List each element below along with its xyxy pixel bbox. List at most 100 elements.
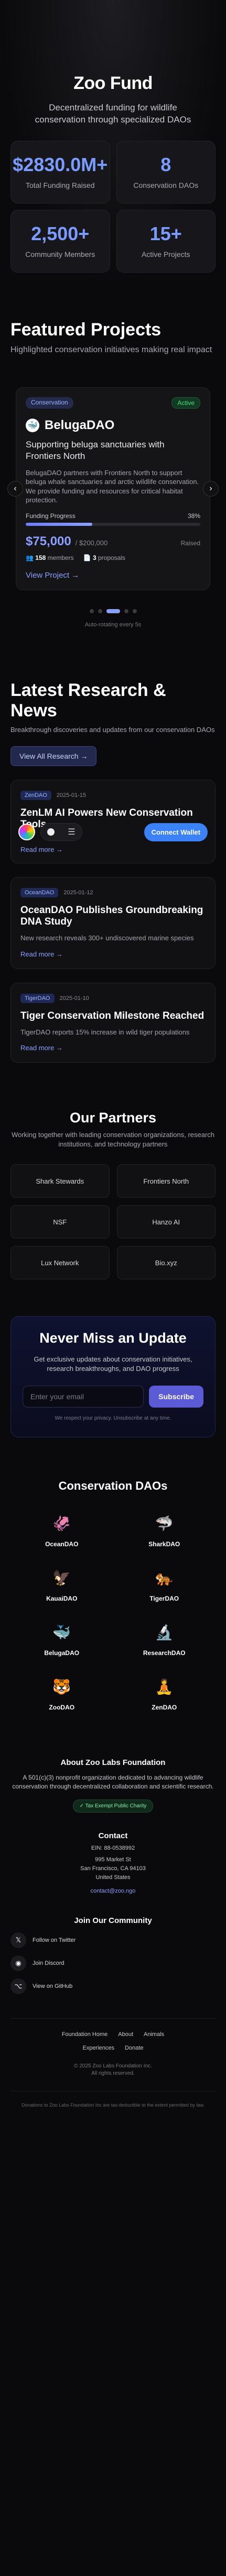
goal-amount: / $200,000: [75, 538, 108, 547]
discord-link[interactable]: ◉ Join Discord: [10, 1955, 216, 1971]
project-name: BelugaDAO: [45, 418, 115, 432]
stat-value: 15+: [149, 223, 182, 245]
subscribe-button[interactable]: Subscribe: [149, 1385, 203, 1408]
bird-icon: 🦅: [52, 1570, 71, 1587]
proposals-count: 📄 3 proposals: [83, 554, 126, 561]
menu-icon: ☰: [68, 828, 76, 837]
tiger-icon: 🐅: [155, 1570, 174, 1587]
carousel-dot-active[interactable]: [106, 609, 120, 613]
news-title: OceanDAO Publishes Groundbreaking DNA St…: [20, 904, 203, 928]
section-subtitle: Highlighted conservation initiatives mak…: [10, 345, 212, 354]
dao-item[interactable]: 🔬 ResearchDAO: [113, 1622, 216, 1657]
copyright: © 2025 Zoo Labs Foundation Inc. All right…: [74, 2063, 152, 2076]
partner-card[interactable]: Lux Network: [10, 1246, 110, 1280]
network-selector[interactable]: ☰: [40, 823, 82, 841]
address-line: San Francisco, CA 94103: [80, 1865, 146, 1872]
dao-label: OceanDAO: [45, 1540, 79, 1548]
footer-link[interactable]: About: [118, 2031, 133, 2038]
progress-fill: [26, 522, 92, 526]
dao-item[interactable]: 🦅 KauaiDAO: [10, 1568, 113, 1602]
news-desc: TigerDAO reports 15% increase in wild ti…: [20, 1028, 190, 1036]
email-field[interactable]: [23, 1385, 144, 1408]
news-dao-badge: ZenDAO: [20, 790, 51, 800]
section-title: Our Partners: [69, 1110, 157, 1126]
view-all-research-button[interactable]: View All Research →: [10, 746, 97, 766]
progress-percent: 38%: [187, 512, 200, 520]
tiger-face-icon: 🐯: [52, 1679, 71, 1695]
news-card[interactable]: TigerDAO 2025-01-10 Tiger Conservation M…: [10, 982, 216, 1063]
news-dao-badge: TigerDAO: [20, 993, 55, 1003]
community-label: View on GitHub: [33, 1983, 73, 1989]
page: Zoo Fund Decentralized funding for wildl…: [0, 0, 226, 2576]
contact-email-link[interactable]: contact@zoo.ngo: [91, 1888, 136, 1894]
tax-disclaimer: Donations to Zoo Labs Foundation Inc are…: [10, 2090, 216, 2109]
dao-item[interactable]: 🐅 TigerDAO: [113, 1568, 216, 1602]
newsletter-section: Never Miss an Update Get exclusive updat…: [10, 1316, 216, 1437]
connect-wallet-button[interactable]: Connect Wallet: [144, 823, 208, 841]
read-more-link[interactable]: Read more →: [20, 1044, 63, 1052]
project-card[interactable]: Conservation Active 🐳 BelugaDAO Supporti…: [16, 387, 210, 590]
research-section: Latest Research & News Breakthrough disc…: [0, 644, 226, 1078]
site-title: Zoo Fund: [73, 73, 153, 93]
carousel-dot[interactable]: [98, 609, 102, 613]
dao-item[interactable]: 🐳 BelugaDAO: [10, 1622, 113, 1657]
stat-card-funding: $2830.0M+ Total Funding Raised: [10, 140, 110, 204]
wallet-logo-icon[interactable]: [18, 824, 35, 841]
news-title: Tiger Conservation Milestone Reached: [20, 1010, 205, 1021]
shark-icon: 🦈: [155, 1515, 174, 1532]
footer-link[interactable]: Donate: [125, 2045, 143, 2051]
community-label: Follow on Twitter: [33, 1937, 76, 1943]
carousel-dot[interactable]: [89, 609, 94, 613]
github-link[interactable]: ⌥ View on GitHub: [10, 1978, 216, 1994]
dao-item[interactable]: 🐯 ZooDAO: [10, 1677, 113, 1711]
stat-label: Conservation DAOs: [133, 181, 199, 190]
footer-link[interactable]: Experiences: [82, 2045, 114, 2051]
stat-label: Total Funding Raised: [25, 181, 95, 190]
site-subtitle: Decentralized funding for wildlife conse…: [35, 103, 191, 125]
carousel-dot[interactable]: [124, 609, 128, 613]
prev-arrow-icon[interactable]: ‹: [7, 480, 23, 497]
partner-card[interactable]: Shark Stewards: [10, 1164, 110, 1198]
dao-label: ResearchDAO: [143, 1649, 186, 1657]
read-more-link[interactable]: Read more →: [20, 846, 63, 853]
twitter-icon: 𝕏: [10, 1932, 26, 1948]
partners-grid: Shark Stewards Frontiers North NSF Hanzo…: [10, 1164, 216, 1280]
tax-exempt-badge: ✓ Tax Exempt Public Charity: [72, 1799, 154, 1813]
members-count: 👥 158 members: [26, 554, 74, 561]
address-line: 995 Market St: [95, 1857, 131, 1863]
dao-label: TigerDAO: [149, 1594, 179, 1602]
news-date: 2025-01-12: [63, 889, 93, 896]
beluga-icon: 🐳: [26, 418, 39, 432]
carousel-dot[interactable]: [132, 609, 137, 613]
partner-card[interactable]: Frontiers North: [116, 1164, 216, 1198]
stats-grid: $2830.0M+ Total Funding Raised 8 Conserv…: [10, 140, 216, 273]
github-icon: ⌥: [10, 1978, 26, 1994]
footer-link[interactable]: Animals: [144, 2031, 164, 2038]
wallet-toolbar: ☰ Connect Wallet: [18, 823, 208, 841]
read-more-link[interactable]: Read more →: [20, 950, 63, 958]
contact-block: Contact EIN: 88-0538992 995 Market St Sa…: [10, 1831, 216, 1895]
partner-card[interactable]: Bio.xyz: [116, 1246, 216, 1280]
carousel-dots: [10, 609, 216, 613]
footer-link[interactable]: Foundation Home: [62, 2031, 107, 2038]
dao-item[interactable]: 🧘 ZenDAO: [113, 1677, 216, 1711]
stat-card-members: 2,500+ Community Members: [10, 209, 110, 273]
dao-item[interactable]: 🦈 SharkDAO: [113, 1513, 216, 1548]
discord-icon: ◉: [10, 1955, 26, 1971]
daos-section: Conservation DAOs 🦑 OceanDAO 🦈 SharkDAO 🦅 K…: [0, 1437, 226, 1727]
news-card[interactable]: ZenDAO 2025-01-15 ZenLM AI Powers New Co…: [10, 779, 216, 863]
news-card[interactable]: OceanDAO 2025-01-12 OceanDAO Publishes G…: [10, 876, 216, 969]
stat-label: Active Projects: [141, 250, 190, 259]
partner-card[interactable]: Hanzo AI: [116, 1205, 216, 1239]
partner-card[interactable]: NSF: [10, 1205, 110, 1239]
next-arrow-icon[interactable]: ›: [203, 480, 219, 497]
status-badge: Active: [171, 397, 200, 409]
news-date: 2025-01-15: [56, 792, 87, 798]
auto-rotate-note: Auto-rotating every 5s: [84, 621, 142, 628]
twitter-link[interactable]: 𝕏 Follow on Twitter: [10, 1932, 216, 1948]
stat-card-daos: 8 Conservation DAOs: [116, 140, 216, 204]
view-project-link[interactable]: View Project →: [26, 571, 79, 580]
project-description: BelugaDAO partners with Frontiers North …: [26, 468, 199, 504]
progress-bar: [26, 522, 200, 526]
dao-item[interactable]: 🦑 OceanDAO: [10, 1513, 113, 1548]
